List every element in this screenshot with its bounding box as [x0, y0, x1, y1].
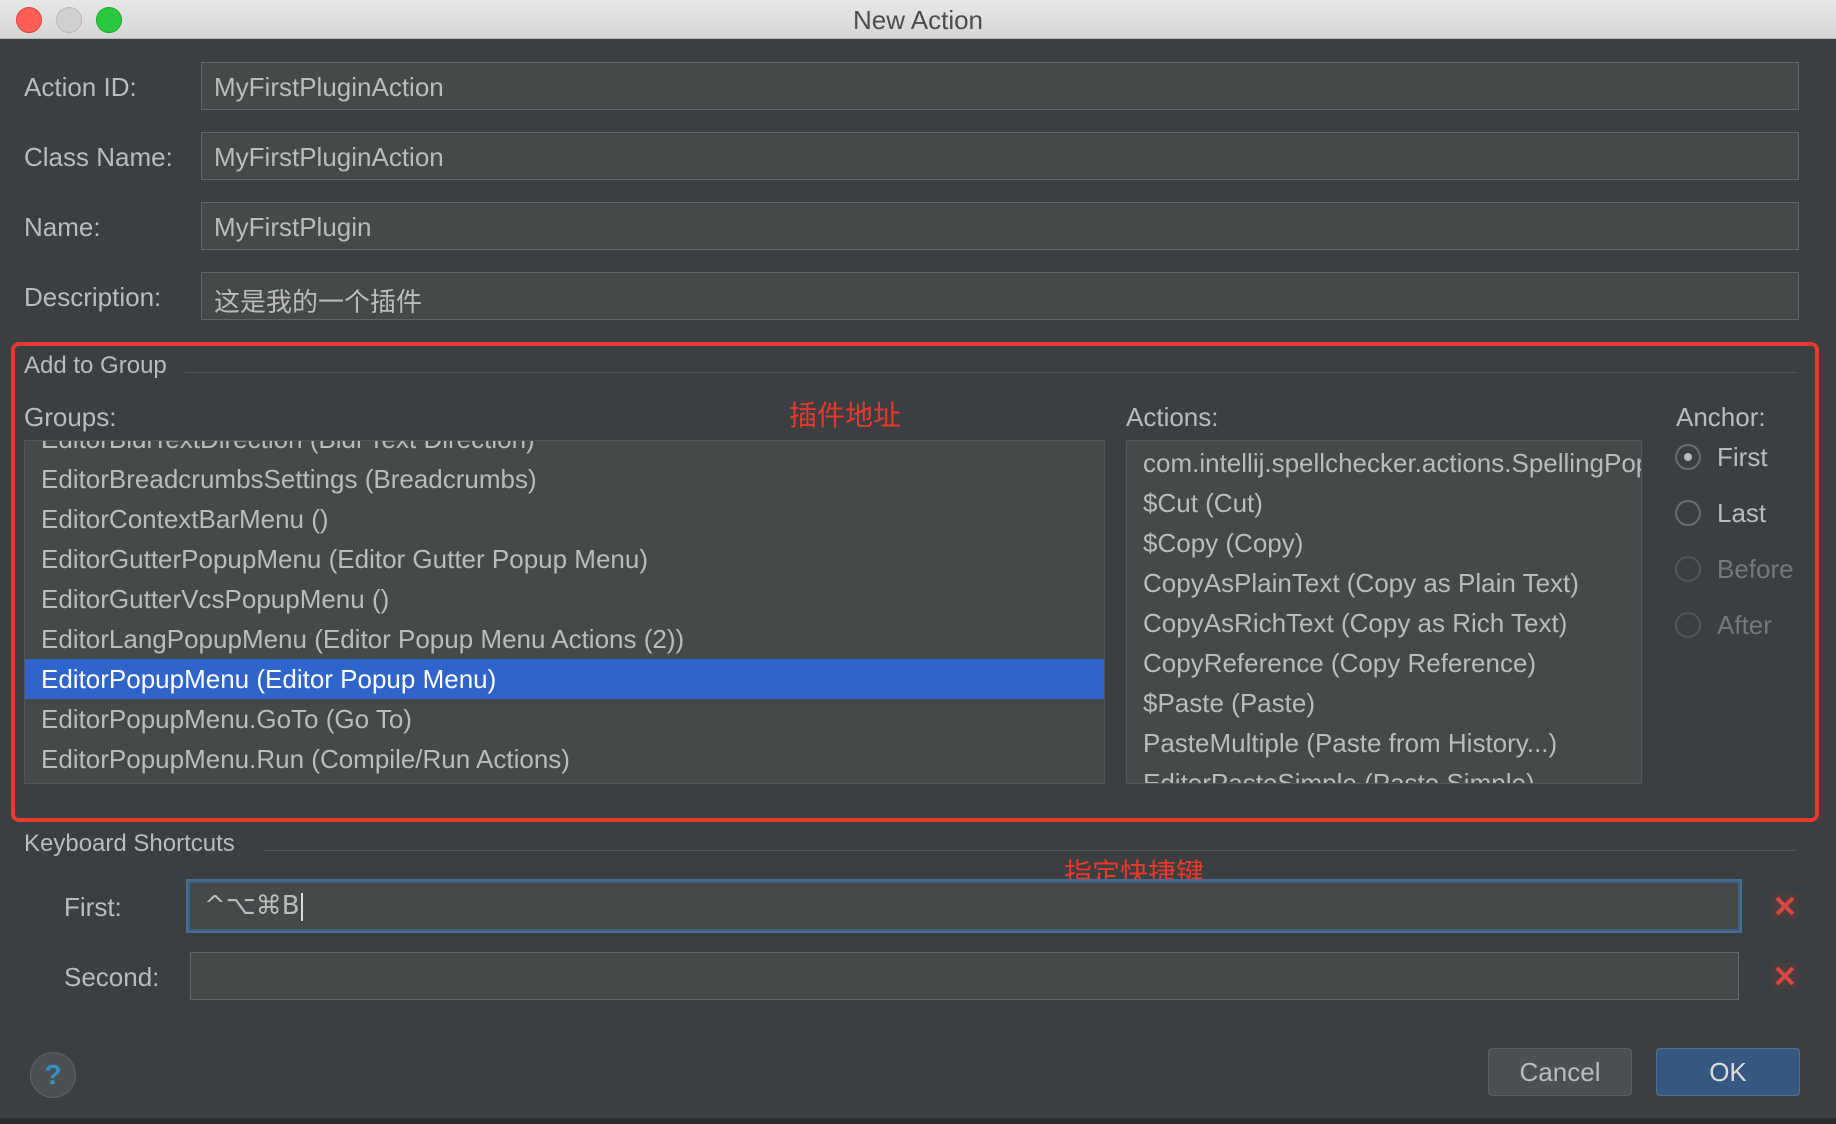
group-list-item[interactable]: EditorGutterVcsPopupMenu () — [25, 579, 1104, 619]
action-id-field[interactable]: MyFirstPluginAction — [201, 62, 1799, 110]
action-list-item[interactable]: PasteMultiple (Paste from History...) — [1127, 723, 1641, 763]
actions-label: Actions: — [1126, 402, 1219, 432]
group-list-item[interactable]: EditorBidiTextDirection (Bidi Text Direc… — [25, 441, 1104, 459]
action-list-item[interactable]: com.intellij.spellchecker.actions.Spelli… — [1127, 443, 1641, 483]
groups-list[interactable]: EditorBidiTextDirection (Bidi Text Direc… — [24, 440, 1105, 784]
help-button[interactable]: ? — [30, 1052, 76, 1098]
action-list-item[interactable]: $Cut (Cut) — [1127, 483, 1641, 523]
action-list-item[interactable]: EditorPasteSimple (Paste Simple) — [1127, 763, 1641, 783]
text-caret — [300, 892, 303, 921]
clear-first-shortcut-button[interactable] — [1772, 893, 1798, 919]
ok-button[interactable]: OK — [1656, 1048, 1800, 1096]
action-id-label: Action ID: — [24, 72, 137, 102]
clear-icon — [1772, 963, 1798, 989]
keyboard-shortcuts-separator — [264, 850, 1796, 851]
anchor-option-label: First — [1717, 442, 1768, 472]
group-list-item[interactable]: EditorContextBarMenu () — [25, 499, 1104, 539]
name-label: Name: — [24, 212, 101, 242]
group-list-item[interactable]: EditorPopupMenu.GoTo (Go To) — [25, 699, 1104, 739]
class-name-field[interactable]: MyFirstPluginAction — [201, 132, 1799, 180]
cancel-button[interactable]: Cancel — [1488, 1048, 1632, 1096]
radio-button[interactable] — [1675, 500, 1701, 526]
group-list-item[interactable]: EditorPopupMenu (Editor Popup Menu) — [25, 659, 1104, 699]
group-list-item[interactable]: EditorPopupMenu.Run (Compile/Run Actions… — [25, 739, 1104, 779]
description-field[interactable]: 这是我的一个插件 — [201, 272, 1799, 320]
group-list-item[interactable]: EditorGutterPopupMenu (Editor Gutter Pop… — [25, 539, 1104, 579]
actions-list[interactable]: com.intellij.spellchecker.actions.Spelli… — [1126, 440, 1642, 784]
class-name-label: Class Name: — [24, 142, 173, 172]
action-list-item[interactable]: $Copy (Copy) — [1127, 523, 1641, 563]
action-list-item[interactable]: CopyAsPlainText (Copy as Plain Text) — [1127, 563, 1641, 603]
clear-second-shortcut-button[interactable] — [1772, 963, 1798, 989]
group-list-item[interactable]: EditorBreadcrumbsSettings (Breadcrumbs) — [25, 459, 1104, 499]
groups-label: Groups: — [24, 402, 117, 432]
radio-button — [1675, 556, 1701, 582]
description-label: Description: — [24, 282, 162, 312]
group-list-item[interactable]: EditorLangPopupMenu (Editor Popup Menu A… — [25, 619, 1104, 659]
action-list-item[interactable]: CopyReference (Copy Reference) — [1127, 643, 1641, 683]
action-list-item[interactable]: $Paste (Paste) — [1127, 683, 1641, 723]
groups-annotation: 插件地址 — [789, 399, 902, 432]
second-shortcut-label: Second: — [64, 962, 160, 992]
help-icon: ? — [44, 1059, 62, 1090]
second-shortcut-field[interactable] — [190, 952, 1739, 1000]
new-action-dialog: New Action Action ID: MyFirstPluginActio… — [0, 0, 1836, 1124]
anchor-option-label: After — [1717, 610, 1772, 640]
radio-button[interactable] — [1675, 444, 1701, 470]
clear-icon — [1772, 893, 1798, 919]
anchor-label: Anchor: — [1676, 402, 1766, 432]
title-bar: New Action — [0, 0, 1836, 39]
first-shortcut-label: First: — [64, 892, 122, 922]
name-field[interactable]: MyFirstPlugin — [201, 202, 1799, 250]
first-shortcut-value: ^⌥⌘B — [204, 891, 300, 921]
keyboard-shortcuts-title: Keyboard Shortcuts — [24, 830, 235, 857]
anchor-option-label: Last — [1717, 498, 1767, 528]
first-shortcut-field[interactable]: ^⌥⌘B — [188, 881, 1740, 931]
anchor-option-label: Before — [1717, 554, 1794, 584]
bottom-edge — [0, 1118, 1836, 1124]
radio-button — [1675, 612, 1701, 638]
action-list-item[interactable]: CopyAsRichText (Copy as Rich Text) — [1127, 603, 1641, 643]
window-title: New Action — [852, 5, 984, 35]
